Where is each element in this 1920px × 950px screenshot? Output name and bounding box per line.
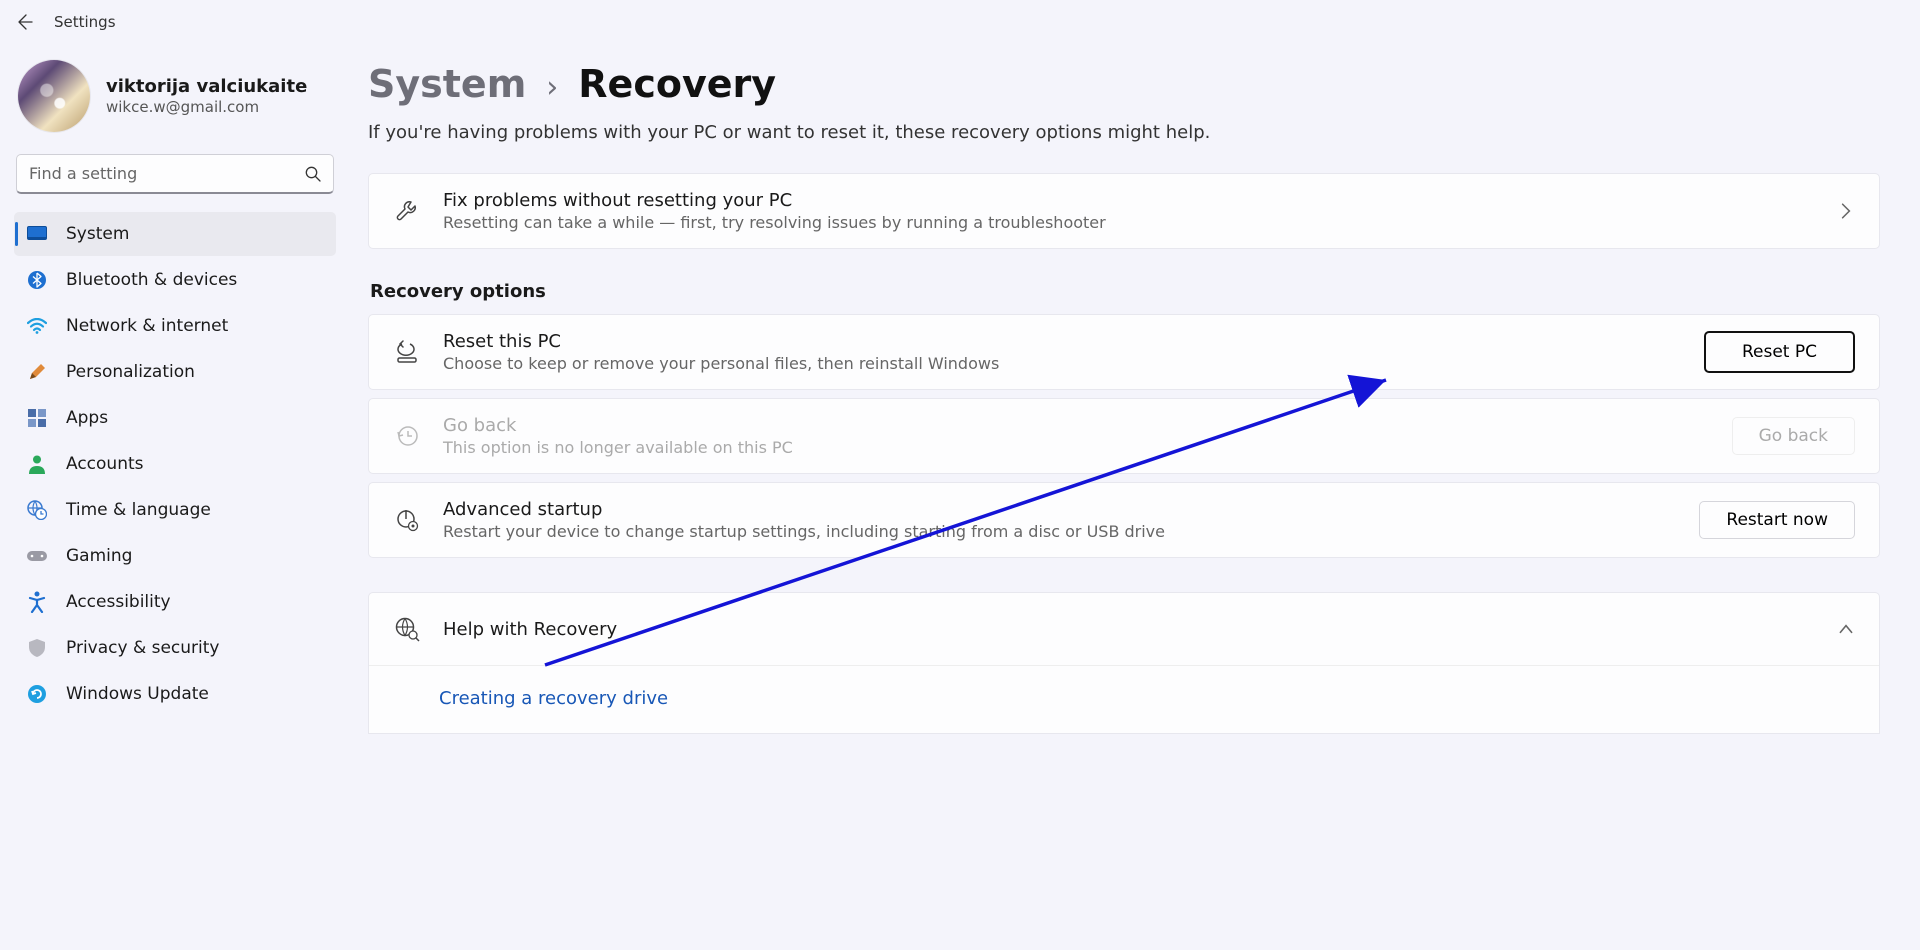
nav-item-accounts[interactable]: Accounts (14, 442, 336, 486)
apps-icon (26, 407, 48, 429)
profile-email: wikce.w@gmail.com (106, 98, 307, 116)
update-icon (26, 683, 48, 705)
nav-item-apps[interactable]: Apps (14, 396, 336, 440)
nav-label: Privacy & security (66, 638, 220, 658)
search-icon (304, 165, 322, 183)
nav-item-time-language[interactable]: Time & language (14, 488, 336, 532)
avatar (18, 60, 90, 132)
wrench-icon (393, 197, 421, 225)
nav-item-bluetooth[interactable]: Bluetooth & devices (14, 258, 336, 302)
help-with-recovery-card: Help with Recovery Creating a recovery d… (368, 592, 1880, 734)
profile-name: viktorija valciukaite (106, 76, 307, 97)
card-title: Go back (443, 415, 1710, 436)
nav-list: System Bluetooth & devices Network & int… (14, 212, 336, 716)
chevron-right-icon (1837, 202, 1855, 220)
card-title: Fix problems without resetting your PC (443, 190, 1815, 211)
recovery-drive-link[interactable]: Creating a recovery drive (439, 688, 668, 709)
main-content: System › Recovery If you're having probl… (350, 44, 1920, 950)
globe-search-icon (393, 615, 421, 643)
bluetooth-icon (26, 269, 48, 291)
nav-label: System (66, 224, 129, 244)
nav-item-gaming[interactable]: Gaming (14, 534, 336, 578)
nav-item-privacy-security[interactable]: Privacy & security (14, 626, 336, 670)
nav-item-accessibility[interactable]: Accessibility (14, 580, 336, 624)
card-title: Reset this PC (443, 331, 1682, 352)
nav-label: Bluetooth & devices (66, 270, 237, 290)
nav-item-personalization[interactable]: Personalization (14, 350, 336, 394)
nav-label: Windows Update (66, 684, 209, 704)
reset-this-pc-card: Reset this PC Choose to keep or remove y… (368, 314, 1880, 390)
troubleshoot-card[interactable]: Fix problems without resetting your PC R… (368, 173, 1880, 249)
advanced-startup-card: Advanced startup Restart your device to … (368, 482, 1880, 558)
wifi-icon (26, 315, 48, 337)
shield-icon (26, 637, 48, 659)
breadcrumb: System › Recovery (368, 62, 1880, 106)
history-icon (393, 422, 421, 450)
section-title-recovery-options: Recovery options (370, 281, 1880, 302)
person-icon (26, 453, 48, 475)
restart-now-button[interactable]: Restart now (1699, 501, 1855, 539)
accessibility-icon (26, 591, 48, 613)
chevron-up-icon (1837, 620, 1855, 638)
breadcrumb-current: Recovery (578, 62, 776, 106)
nav-item-network[interactable]: Network & internet (14, 304, 336, 348)
breadcrumb-parent[interactable]: System (368, 62, 526, 106)
monitor-icon (26, 223, 48, 245)
card-subtitle: Choose to keep or remove your personal f… (443, 354, 1682, 373)
window-title: Settings (54, 13, 116, 31)
card-subtitle: Restart your device to change startup se… (443, 522, 1677, 541)
title-bar: Settings (0, 0, 1920, 44)
page-subtitle: If you're having problems with your PC o… (368, 122, 1880, 143)
power-gear-icon (393, 506, 421, 534)
chevron-right-icon: › (546, 70, 558, 105)
card-subtitle: This option is no longer available on th… (443, 438, 1710, 457)
nav-label: Accounts (66, 454, 144, 474)
nav-label: Accessibility (66, 592, 171, 612)
go-back-card: Go back This option is no longer availab… (368, 398, 1880, 474)
nav-label: Network & internet (66, 316, 228, 336)
gamepad-icon (26, 545, 48, 567)
sidebar: viktorija valciukaite wikce.w@gmail.com … (0, 44, 350, 950)
nav-item-windows-update[interactable]: Windows Update (14, 672, 336, 716)
nav-label: Time & language (66, 500, 211, 520)
nav-item-system[interactable]: System (14, 212, 336, 256)
globe-clock-icon (26, 499, 48, 521)
card-title: Advanced startup (443, 499, 1677, 520)
card-title: Help with Recovery (443, 619, 1815, 640)
nav-label: Gaming (66, 546, 132, 566)
reset-pc-button[interactable]: Reset PC (1704, 331, 1855, 373)
paintbrush-icon (26, 361, 48, 383)
search-input[interactable] (16, 154, 334, 194)
go-back-button: Go back (1732, 417, 1855, 455)
account-card[interactable]: viktorija valciukaite wikce.w@gmail.com (14, 54, 336, 152)
help-expander-header[interactable]: Help with Recovery (369, 593, 1879, 665)
nav-label: Personalization (66, 362, 195, 382)
nav-label: Apps (66, 408, 108, 428)
back-button[interactable] (12, 10, 36, 34)
card-subtitle: Resetting can take a while — first, try … (443, 213, 1815, 232)
reset-icon (393, 338, 421, 366)
search-container (16, 154, 334, 194)
